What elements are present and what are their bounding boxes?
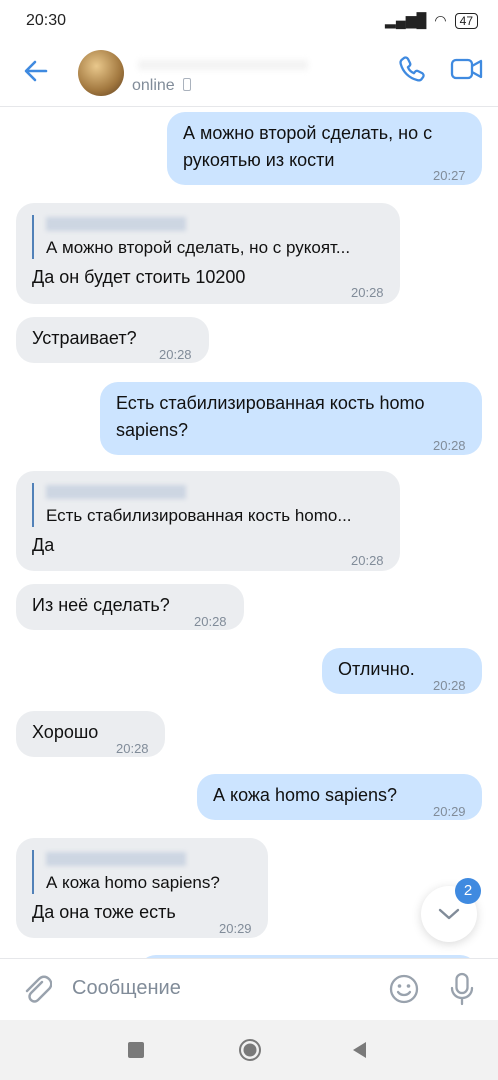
reply-author-redacted (46, 852, 186, 866)
message-outgoing[interactable]: А кожа homo sapiens? 20:29 (197, 774, 482, 820)
system-navigation-bar (0, 1020, 498, 1080)
message-time: 20:29 (219, 921, 252, 936)
reply-quote-text: А кожа homo sapiens? (46, 873, 220, 892)
message-time: 20:28 (351, 553, 384, 568)
message-incoming[interactable]: А кожа homo sapiens? Да она тоже есть 20… (16, 838, 268, 938)
message-incoming[interactable]: Есть стабилизированная кость homo... Да … (16, 471, 400, 571)
message-text: Есть стабилизированная кость homo sapien… (116, 393, 425, 440)
arrow-left-icon[interactable] (22, 57, 50, 85)
battery-indicator: 47 (454, 12, 478, 29)
reply-quote-text: Есть стабилизированная кость homo... (46, 506, 352, 525)
message-text: Да (32, 535, 55, 555)
home-icon[interactable] (238, 1038, 262, 1062)
unread-badge: 2 (455, 878, 481, 904)
avatar[interactable] (78, 50, 124, 96)
reply-author-redacted (46, 485, 186, 499)
paperclip-icon[interactable] (22, 973, 52, 1007)
reply-author-redacted (46, 217, 186, 231)
message-outgoing[interactable]: Отлично. 20:28 (322, 648, 482, 694)
message-composer (0, 958, 498, 1021)
message-list[interactable]: А можно второй сделать, но с рукоятью из… (0, 107, 498, 958)
message-time: 20:29 (433, 804, 466, 819)
video-camera-icon[interactable] (450, 54, 484, 84)
message-incoming[interactable]: Из неё сделать? 20:28 (16, 584, 244, 630)
reply-quote[interactable]: А можно второй сделать, но с рукоят... (32, 215, 350, 259)
message-time: 20:28 (194, 614, 227, 629)
message-outgoing[interactable]: А можно второй сделать, но с рукоятью из… (167, 112, 482, 185)
reply-quote[interactable]: Есть стабилизированная кость homo... (32, 483, 352, 527)
message-time: 20:28 (351, 285, 384, 300)
back-triangle-icon[interactable] (350, 1040, 368, 1060)
message-text: А кожа homo sapiens? (213, 785, 398, 805)
status-icons: ▂▄▆█ ◠ 47 (385, 12, 478, 29)
status-time: 20:30 (26, 12, 67, 29)
message-incoming[interactable]: Хорошо 20:28 (16, 711, 165, 757)
contact-name-redacted (138, 60, 308, 70)
message-input[interactable] (72, 977, 352, 1000)
message-text: А можно второй сделать, но с рукоятью из… (183, 123, 433, 170)
reply-quote-text: А можно второй сделать, но с рукоят... (46, 238, 351, 257)
status-bar: 20:30 ▂▄▆█ ◠ 47 (0, 0, 498, 40)
message-time: 20:27 (433, 168, 466, 183)
message-text: Из неё сделать? (32, 595, 170, 615)
wifi-icon: ◠ (434, 12, 447, 28)
microphone-icon[interactable] (448, 971, 476, 1007)
message-text: Отлично. (338, 659, 415, 679)
online-status: online (132, 77, 192, 95)
message-outgoing[interactable]: Есть стабилизированная кость homo sapien… (100, 382, 482, 455)
message-text: Хорошо (32, 722, 99, 742)
mobile-icon (183, 78, 192, 91)
recent-apps-icon[interactable] (128, 1042, 144, 1058)
message-text: Да он будет стоить 10200 (32, 267, 246, 287)
message-time: 20:28 (159, 347, 192, 362)
reply-quote[interactable]: А кожа homo sapiens? (32, 850, 220, 894)
smile-icon[interactable] (388, 973, 420, 1005)
message-time: 20:28 (433, 678, 466, 693)
message-text: Устраивает? (32, 328, 137, 348)
message-time: 20:28 (433, 438, 466, 453)
phone-icon[interactable] (397, 54, 427, 84)
message-text: Да она тоже есть (32, 902, 176, 922)
message-time: 20:28 (116, 741, 149, 756)
signal-icon: ▂▄▆█ (385, 12, 427, 28)
message-incoming[interactable]: А можно второй сделать, но с рукоят... Д… (16, 203, 400, 304)
chat-header: online (0, 40, 498, 107)
message-incoming[interactable]: Устраивает? 20:28 (16, 317, 209, 363)
